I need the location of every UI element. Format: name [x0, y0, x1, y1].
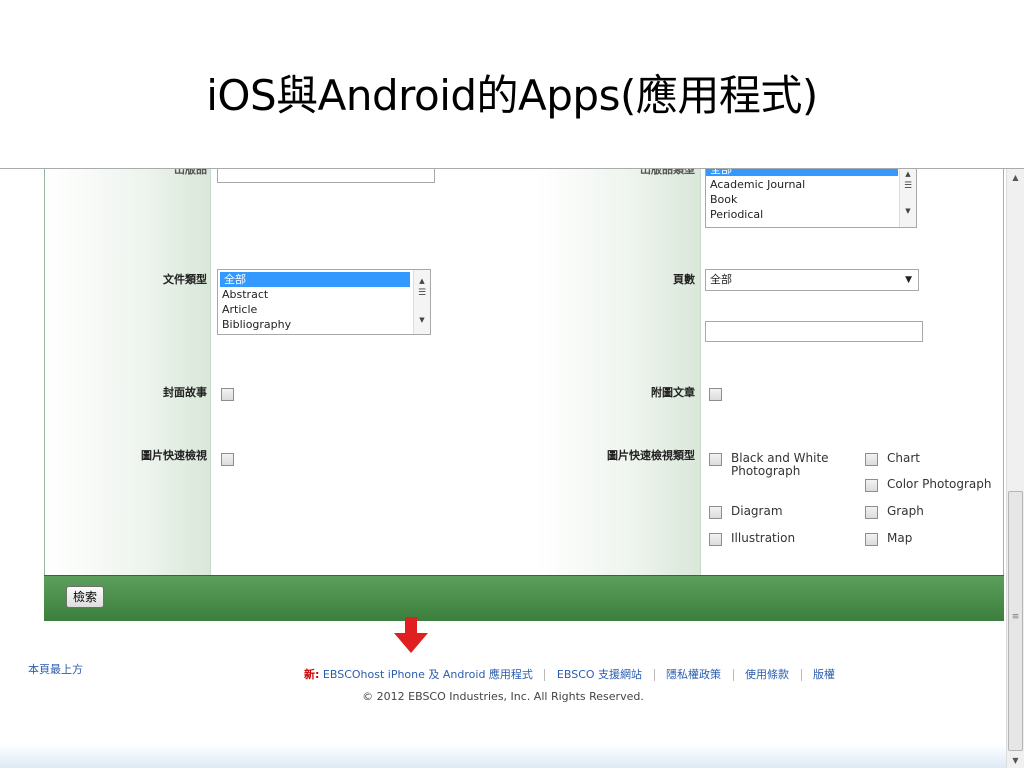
- publication-label: 出版品: [174, 168, 207, 176]
- color-photograph-checkbox[interactable]: [865, 479, 878, 492]
- illustration-label: Illustration: [731, 531, 796, 545]
- bw-photograph-checkbox[interactable]: [709, 453, 722, 466]
- scroll-grip-icon[interactable]: ☰: [414, 288, 430, 298]
- left-label-column: [45, 169, 211, 575]
- footer-divider: [544, 669, 546, 681]
- footer-link-mobile-apps[interactable]: EBSCOhost iPhone 及 Android 應用程式: [323, 668, 533, 681]
- back-to-top-link[interactable]: 本頁最上方: [28, 661, 83, 677]
- document-type-option[interactable]: Bibliography: [218, 317, 430, 332]
- image-quick-view-label: 圖片快速檢視: [141, 449, 207, 462]
- search-button[interactable]: 檢索: [66, 586, 105, 608]
- publication-type-listbox[interactable]: 全部 Academic Journal Book Periodical ▲ ☰ …: [705, 169, 917, 228]
- illustration-checkbox[interactable]: [709, 533, 722, 546]
- footer-link-copyright[interactable]: 版權: [813, 668, 835, 681]
- publication-input[interactable]: [217, 169, 435, 183]
- slide-title: iOS與Android的Apps(應用程式): [206, 71, 818, 120]
- scroll-down-icon[interactable]: ▼: [1007, 752, 1024, 768]
- document-type-option[interactable]: Article: [218, 302, 430, 317]
- red-arrow-icon: [394, 617, 428, 653]
- chevron-down-icon[interactable]: ▼: [905, 270, 912, 290]
- new-badge: 新:: [304, 668, 320, 681]
- article-with-images-label: 附圖文章: [651, 386, 695, 399]
- map-checkbox[interactable]: [865, 533, 878, 546]
- bw-photograph-label: Black and White Photograph: [731, 451, 829, 478]
- article-with-images-checkbox[interactable]: [709, 388, 722, 401]
- scroll-down-icon[interactable]: ▼: [900, 207, 916, 215]
- pages-select[interactable]: 全部 ▼: [705, 269, 919, 291]
- map-label: Map: [887, 531, 913, 545]
- scroll-up-icon[interactable]: ▲: [414, 277, 430, 285]
- footer-link-privacy-policy[interactable]: 隱私權政策: [666, 668, 721, 681]
- graph-label: Graph: [887, 504, 924, 518]
- pages-label: 頁數: [673, 273, 695, 286]
- right-label-column: [535, 169, 701, 575]
- document-type-option[interactable]: Abstract: [218, 287, 430, 302]
- page-scrollbar[interactable]: ▲ ≡ ▼: [1006, 169, 1024, 768]
- image-quick-view-types-label: 圖片快速檢視類型: [607, 449, 695, 462]
- cover-story-checkbox[interactable]: [221, 388, 234, 401]
- footer-divider: [732, 669, 734, 681]
- publication-type-option[interactable]: 全部: [706, 169, 898, 176]
- search-action-bar: 檢索: [44, 575, 1004, 621]
- scroll-up-icon[interactable]: ▲: [1007, 169, 1024, 186]
- scroll-grip-icon[interactable]: ☰: [900, 181, 916, 191]
- publication-type-option[interactable]: Periodical: [706, 207, 916, 222]
- advanced-search-form: 出版品 出版品類型 全部 Academic Journal Book Perio…: [44, 169, 1004, 575]
- scroll-grip-icon: ≡: [1011, 612, 1020, 622]
- publication-type-label: 出版品類型: [640, 168, 695, 176]
- cover-story-label: 封面故事: [163, 386, 207, 399]
- publication-type-option[interactable]: Book: [706, 192, 916, 207]
- diagram-checkbox[interactable]: [709, 506, 722, 519]
- pages-value-input[interactable]: [705, 321, 923, 342]
- listbox-scrollbar[interactable]: ▲ ☰ ▼: [413, 270, 430, 334]
- scroll-down-icon[interactable]: ▼: [414, 316, 430, 324]
- scroll-up-icon[interactable]: ▲: [900, 170, 916, 178]
- document-type-label: 文件類型: [163, 273, 207, 286]
- ebsco-search-screenshot: 出版品 出版品類型 全部 Academic Journal Book Perio…: [0, 168, 1024, 768]
- graph-checkbox[interactable]: [865, 506, 878, 519]
- chart-checkbox[interactable]: [865, 453, 878, 466]
- footer-link-terms-of-use[interactable]: 使用條款: [745, 668, 789, 681]
- color-photograph-label: Color Photograph: [887, 477, 992, 491]
- page-bottom-gradient: [0, 744, 1006, 768]
- scrollbar-thumb[interactable]: ≡: [1008, 491, 1023, 751]
- chart-label: Chart: [887, 451, 920, 465]
- document-type-option[interactable]: 全部: [220, 272, 410, 287]
- diagram-label: Diagram: [731, 504, 783, 518]
- publication-type-option[interactable]: Academic Journal: [706, 177, 916, 192]
- footer-divider: [800, 669, 802, 681]
- copyright-notice: © 2012 EBSCO Industries, Inc. All Rights…: [362, 690, 644, 703]
- footer-divider: [653, 669, 655, 681]
- listbox-scrollbar[interactable]: ▲ ☰ ▼: [899, 169, 916, 227]
- document-type-listbox[interactable]: 全部 Abstract Article Bibliography ▲ ☰ ▼: [217, 269, 431, 335]
- image-quick-view-checkbox[interactable]: [221, 453, 234, 466]
- footer-link-support-site[interactable]: EBSCO 支援網站: [557, 668, 642, 681]
- footer-links: 新: EBSCOhost iPhone 及 Android 應用程式 EBSCO…: [304, 666, 835, 682]
- pages-selected-value: 全部: [710, 273, 732, 286]
